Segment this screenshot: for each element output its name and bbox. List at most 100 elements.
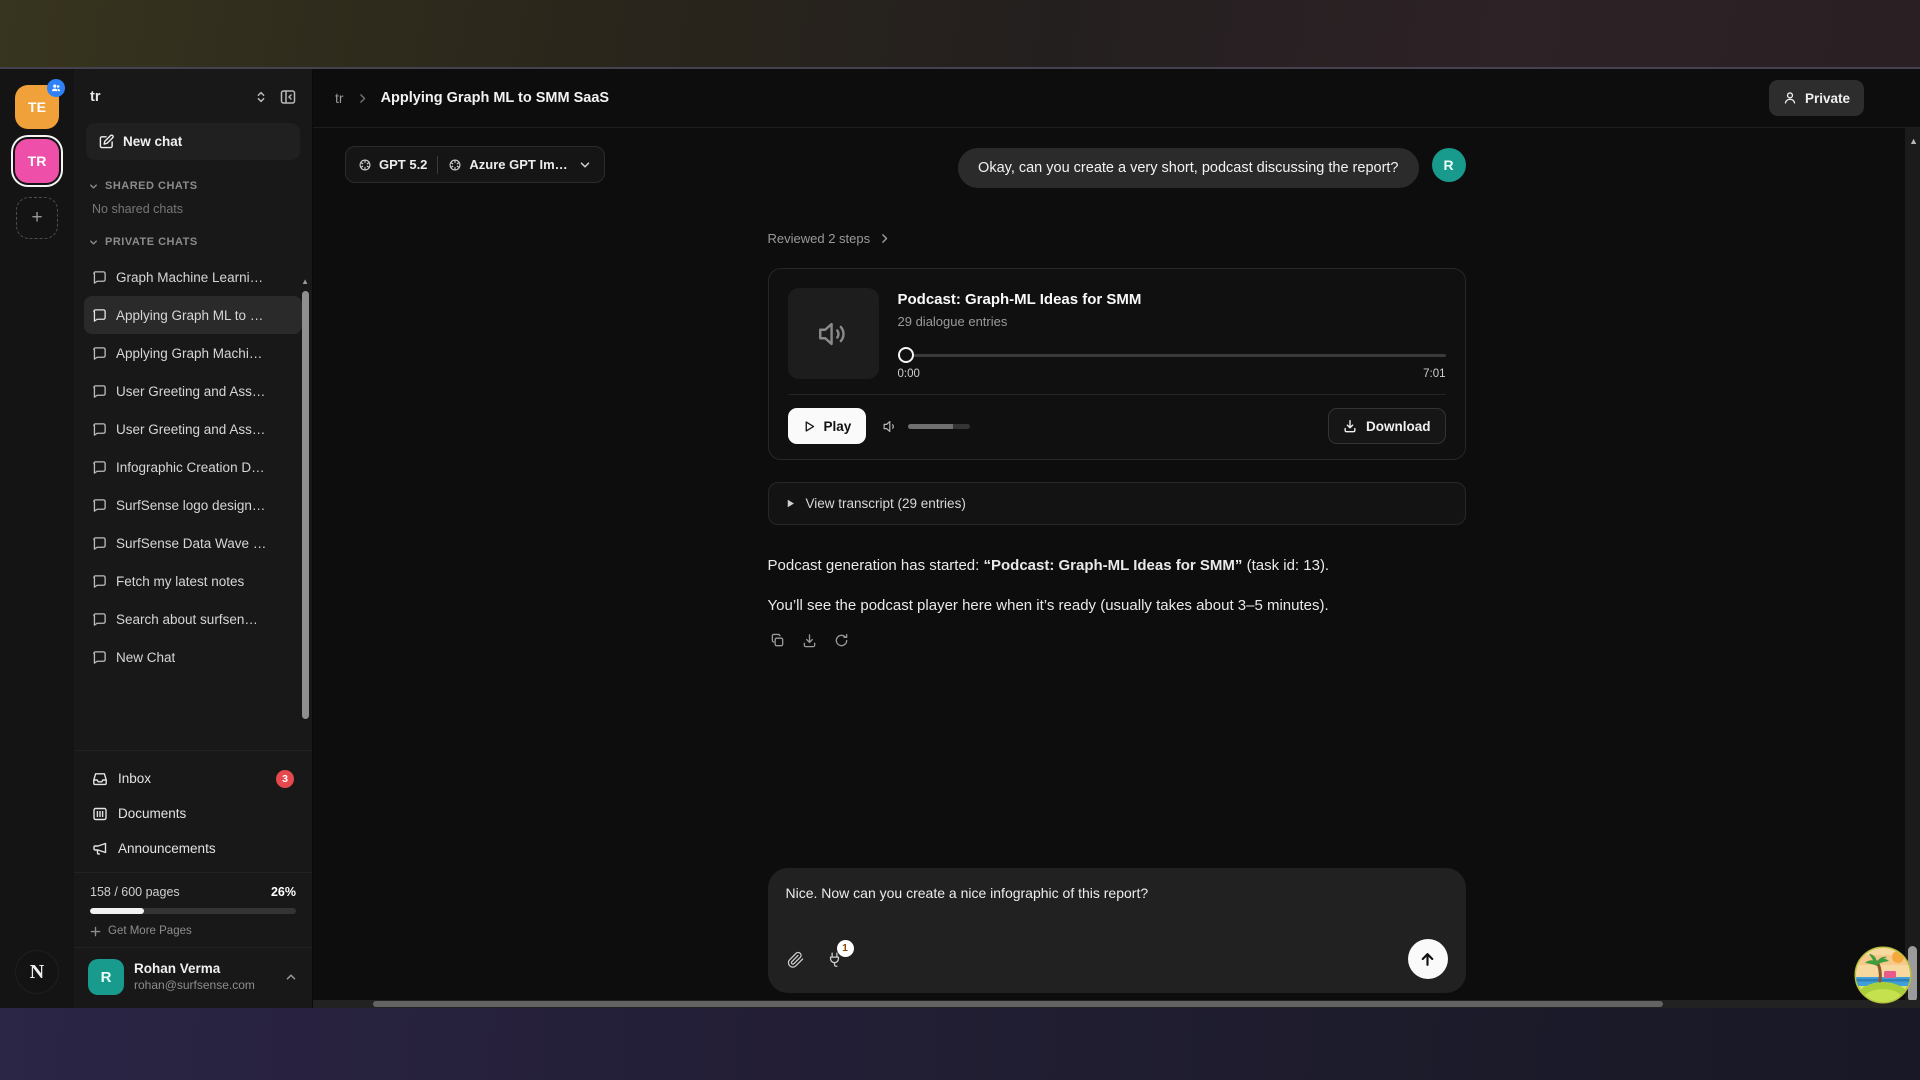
- user-name: Rohan Verma: [134, 961, 274, 978]
- shared-users-badge: [47, 79, 65, 97]
- chat-list-item[interactable]: Fetch my latest notes: [84, 562, 302, 600]
- openai-logo-icon: [448, 158, 462, 172]
- workspace-avatar-tr-active[interactable]: TR: [15, 139, 59, 183]
- chat-list-item[interactable]: User Greeting and Ass…: [84, 410, 302, 448]
- user-avatar: R: [88, 959, 124, 995]
- chevron-right-icon: [356, 92, 369, 105]
- horizontal-scrollbar-track[interactable]: [313, 1000, 1920, 1008]
- horizontal-scrollbar-thumb[interactable]: [373, 1001, 1663, 1007]
- get-more-pages-button[interactable]: Get More Pages: [90, 925, 296, 937]
- workspace-switcher-button[interactable]: [252, 88, 270, 106]
- new-chat-button[interactable]: New chat: [86, 123, 300, 160]
- account-menu-button[interactable]: R Rohan Verma rohan@surfsense.com: [74, 947, 312, 1008]
- chat-bubble-icon: [92, 422, 107, 437]
- reviewed-steps-label: Reviewed 2 steps: [768, 231, 871, 246]
- add-workspace-button[interactable]: +: [16, 197, 58, 239]
- workspace-title: tr: [90, 89, 244, 105]
- regenerate-button[interactable]: [832, 631, 851, 650]
- podcast-subtitle: 29 dialogue entries: [898, 314, 1446, 329]
- chat-bubble-icon: [92, 346, 107, 361]
- app-window: TE TR + N tr: [0, 67, 1920, 1008]
- people-icon: [51, 83, 61, 93]
- sidebar-item-documents[interactable]: Documents: [84, 796, 302, 831]
- paperclip-icon: [786, 950, 805, 969]
- conversation-column: Okay, can you create a very short, podca…: [768, 128, 1466, 1008]
- sidebar-item-announcements[interactable]: Announcements: [84, 831, 302, 866]
- avatar-initial: R: [1443, 157, 1453, 173]
- chat-list-item[interactable]: Search about surfsen…: [84, 600, 302, 638]
- sidebar-header: tr: [74, 69, 312, 121]
- new-chat-label: New chat: [123, 134, 182, 149]
- chat-bubble-icon: [92, 460, 107, 475]
- private-label: Private: [1805, 91, 1850, 106]
- breadcrumb: tr Applying Graph ML to SMM SaaS: [335, 90, 609, 106]
- openai-logo-icon: [358, 158, 372, 172]
- seek-track: [898, 354, 1446, 357]
- play-button[interactable]: Play: [788, 408, 867, 444]
- chat-title: Applying Graph ML to …: [116, 308, 263, 323]
- shared-chats-section-header[interactable]: SHARED CHATS: [74, 166, 312, 198]
- plus-icon: +: [31, 207, 42, 229]
- model-primary: GPT 5.2: [358, 157, 427, 172]
- breadcrumb-chat-title: Applying Graph ML to SMM SaaS: [381, 90, 610, 106]
- reviewed-steps-toggle[interactable]: Reviewed 2 steps: [768, 231, 892, 246]
- text: Podcast generation has started:: [768, 557, 984, 574]
- model-secondary: Azure GPT Im…: [448, 157, 567, 172]
- breadcrumb-workspace[interactable]: tr: [335, 90, 344, 106]
- megaphone-icon: [92, 841, 108, 857]
- seek-handle[interactable]: [898, 347, 914, 363]
- divider: [437, 156, 438, 174]
- chevron-right-icon: [878, 232, 891, 245]
- chat-title: Applying Graph Machi…: [116, 346, 262, 361]
- download-message-button[interactable]: [800, 631, 819, 650]
- podcast-title: Podcast: Graph-ML Ideas for SMM: [898, 291, 1446, 308]
- podcast-title-bold: “Podcast: Graph-ML Ideas for SMM”: [983, 557, 1242, 574]
- sidebar-item-inbox[interactable]: Inbox 3: [84, 761, 302, 796]
- podcast-seek-slider[interactable]: [898, 347, 1446, 363]
- message-composer[interactable]: Nice. Now can you create a nice infograp…: [768, 868, 1466, 993]
- volume-control: [882, 418, 970, 435]
- download-button[interactable]: Download: [1328, 408, 1446, 444]
- sidebar-scroll-up-arrow[interactable]: ▲: [301, 277, 309, 286]
- user-message-bubble: Okay, can you create a very short, podca…: [958, 148, 1418, 188]
- download-icon: [1343, 419, 1357, 433]
- attach-file-button[interactable]: [786, 950, 805, 969]
- collapse-sidebar-button[interactable]: [278, 87, 298, 107]
- privacy-toggle-button[interactable]: Private: [1769, 80, 1864, 116]
- chat-list-item[interactable]: Graph Machine Learni…: [84, 258, 302, 296]
- n-logo-glyph: N: [30, 961, 44, 984]
- chat-list-item[interactable]: User Greeting and Ass…: [84, 372, 302, 410]
- notion-logo-button[interactable]: N: [15, 950, 59, 994]
- copy-message-button[interactable]: [768, 631, 787, 650]
- island-sticker-icon[interactable]: [1854, 945, 1912, 1005]
- speaker-icon: [816, 317, 850, 351]
- chevrons-up-down-icon: [254, 90, 268, 104]
- message-action-bar: [768, 631, 1466, 650]
- chat-list-item[interactable]: SurfSense logo design…: [84, 486, 302, 524]
- connectors-button[interactable]: 1: [825, 950, 844, 969]
- chat-title: User Greeting and Ass…: [116, 384, 265, 399]
- assistant-message-line2: You’ll see the podcast player here when …: [768, 595, 1466, 617]
- podcast-player-card: Podcast: Graph-ML Ideas for SMM 29 dialo…: [768, 268, 1466, 460]
- chat-list-item[interactable]: Applying Graph Machi…: [84, 334, 302, 372]
- composer-input[interactable]: Nice. Now can you create a nice infograp…: [786, 885, 1448, 925]
- chat-list-item-active[interactable]: Applying Graph ML to …: [84, 296, 302, 334]
- private-chats-section-header[interactable]: PRIVATE CHATS: [74, 222, 312, 254]
- workspace-initials: TR: [28, 153, 47, 169]
- vertical-scrollbar-track[interactable]: ▲: [1905, 128, 1920, 1008]
- scroll-up-arrow[interactable]: ▲: [1909, 136, 1918, 146]
- chevron-down-icon: [88, 181, 99, 192]
- model-primary-label: GPT 5.2: [379, 157, 427, 172]
- chat-list-item[interactable]: Infographic Creation D…: [84, 448, 302, 486]
- chat-list-item[interactable]: New Chat: [84, 638, 302, 676]
- volume-icon[interactable]: [882, 418, 899, 435]
- view-transcript-toggle[interactable]: View transcript (29 entries): [768, 482, 1466, 525]
- send-button[interactable]: [1408, 939, 1448, 979]
- total-time: 7:01: [1423, 368, 1445, 380]
- model-selector[interactable]: GPT 5.2 Azure GPT Im…: [345, 146, 605, 183]
- chat-list-item[interactable]: SurfSense Data Wave …: [84, 524, 302, 562]
- sidebar-scrollbar-thumb[interactable]: [302, 291, 309, 719]
- workspace-avatar-te[interactable]: TE: [15, 85, 59, 129]
- screen: TE TR + N tr: [0, 0, 1920, 1080]
- volume-slider[interactable]: [908, 424, 970, 429]
